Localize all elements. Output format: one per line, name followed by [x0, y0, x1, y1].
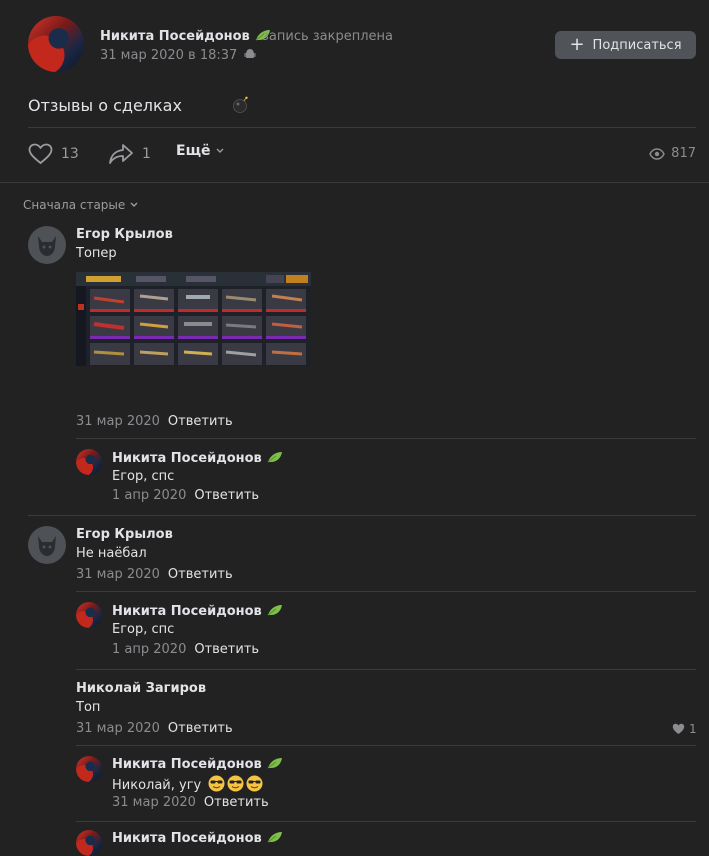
avatar[interactable]	[76, 602, 102, 628]
comment-divider	[76, 745, 696, 746]
reply-button[interactable]: Ответить	[168, 721, 233, 736]
pinned-label: запись закреплена	[262, 29, 394, 44]
subscribe-label: Подписаться	[592, 37, 682, 53]
avatar[interactable]	[28, 226, 66, 264]
heart-icon	[28, 143, 53, 165]
game-inventory-screenshot	[76, 272, 311, 366]
comment-text: Не наёбал	[76, 546, 147, 561]
comment-attached-image[interactable]	[76, 272, 311, 366]
post-author-row: Никита Посейдонов	[100, 28, 272, 44]
comment-date[interactable]: 31 мар 2020	[76, 567, 160, 582]
comment-author-row: Никита Посейдонов	[112, 450, 284, 466]
chevron-down-icon	[130, 202, 138, 207]
share-button[interactable]: 1	[108, 143, 151, 165]
eye-icon	[649, 147, 665, 160]
comment-meta: 31 мар 2020 Ответить	[76, 567, 233, 582]
comments-sort-toggle[interactable]: Сначала старые	[23, 198, 139, 212]
bomb-emoji-icon	[233, 96, 248, 113]
comment-author[interactable]: Никита Посейдонов	[112, 451, 262, 466]
heart-icon	[672, 723, 685, 734]
comment-author[interactable]: Николай Загиров	[76, 681, 206, 696]
comment-author-row: Никита Посейдонов	[112, 830, 284, 846]
post-text: Отзывы о сделках	[28, 96, 182, 115]
comment-author[interactable]: Егор Крылов	[76, 527, 173, 542]
post-card: Никита Посейдонов запись закреплена 31 м…	[0, 0, 709, 183]
comment-author[interactable]: Никита Посейдонов	[112, 757, 262, 772]
comment-like-button[interactable]: 1	[672, 722, 697, 736]
comment-meta: 1 апр 2020 Ответить	[112, 488, 259, 503]
leaf-icon	[267, 605, 283, 616]
comment-author-row: Никита Посейдонов	[112, 756, 284, 772]
views-counter: 817	[649, 146, 696, 161]
subscribe-button[interactable]: + Подписаться	[555, 31, 696, 59]
default-dog-avatar-icon	[38, 536, 56, 556]
views-count: 817	[671, 146, 696, 161]
post-divider	[28, 127, 696, 128]
post-author-name[interactable]: Никита Посейдонов	[100, 29, 250, 44]
reply-button[interactable]: Ответить	[168, 567, 233, 582]
comment-meta: 31 мар 2020 Ответить	[76, 721, 233, 736]
more-label: Ещё	[176, 143, 211, 159]
reply-button[interactable]: Ответить	[168, 414, 233, 429]
comment-divider	[76, 591, 696, 592]
avatar[interactable]	[76, 449, 102, 475]
comment-meta: 31 мар 2020 Ответить	[76, 414, 233, 429]
android-icon	[244, 49, 256, 58]
comment-date[interactable]: 1 апр 2020	[112, 488, 186, 503]
sunglasses-emoji-icon	[227, 775, 244, 792]
post-date-row: 31 мар 2020 в 18:37	[100, 48, 256, 63]
comment-divider	[76, 438, 696, 439]
sort-label: Сначала старые	[23, 198, 126, 212]
like-count: 13	[61, 146, 79, 162]
avatar[interactable]	[76, 756, 102, 782]
comment-date[interactable]: 31 мар 2020	[112, 795, 196, 810]
reply-button[interactable]: Ответить	[194, 488, 259, 503]
comment-text-row: Николай, угу	[112, 775, 263, 793]
comment-author-row: Никита Посейдонов	[112, 603, 284, 619]
comment-meta: 31 мар 2020 Ответить	[112, 795, 269, 810]
comment-author[interactable]: Егор Крылов	[76, 227, 173, 242]
default-dog-avatar-icon	[38, 236, 56, 256]
comment-author[interactable]: Никита Посейдонов	[112, 831, 262, 846]
avatar[interactable]	[28, 526, 66, 564]
sunglasses-emoji-icon	[246, 775, 263, 792]
comment-date[interactable]: 31 мар 2020	[76, 414, 160, 429]
comment-meta: 1 апр 2020 Ответить	[112, 642, 259, 657]
comment-like-count: 1	[689, 722, 697, 736]
sunglasses-emoji-icon	[208, 775, 225, 792]
like-button[interactable]: 13	[28, 143, 79, 165]
leaf-icon	[267, 832, 283, 843]
comment-text: Егор, спс	[112, 622, 175, 637]
comment-text: Топер	[76, 246, 117, 261]
leaf-icon	[267, 452, 283, 463]
comment-text: Топ	[76, 700, 101, 715]
comment-text: Николай, угу	[112, 778, 202, 793]
plus-icon: +	[569, 34, 585, 55]
chevron-down-icon	[216, 148, 224, 153]
reply-button[interactable]: Ответить	[194, 642, 259, 657]
comment-divider	[76, 669, 696, 670]
share-count: 1	[142, 146, 151, 162]
share-arrow-icon	[109, 144, 133, 164]
comment-text: Егор, спс	[112, 469, 175, 484]
leaf-icon	[267, 758, 283, 769]
comment-date[interactable]: 1 апр 2020	[112, 642, 186, 657]
comment-author[interactable]: Никита Посейдонов	[112, 604, 262, 619]
avatar[interactable]	[76, 830, 102, 856]
comment-divider	[28, 515, 696, 516]
reply-button[interactable]: Ответить	[204, 795, 269, 810]
author-avatar[interactable]	[28, 16, 84, 72]
post-date[interactable]: 31 мар 2020 в 18:37	[100, 48, 237, 63]
more-menu-button[interactable]: Ещё	[176, 143, 225, 159]
comment-divider	[76, 821, 696, 822]
comment-date[interactable]: 31 мар 2020	[76, 721, 160, 736]
post-action-bar: 13 1 Ещё 817	[28, 143, 696, 167]
